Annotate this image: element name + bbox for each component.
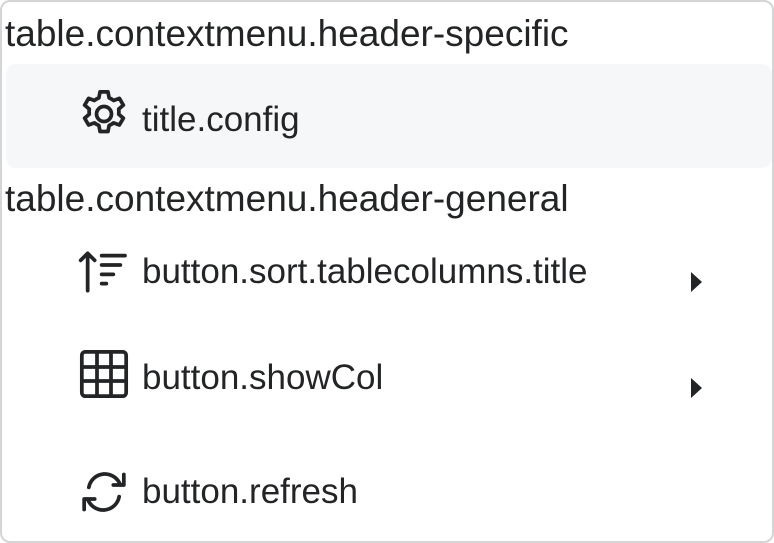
gear-icon [76, 86, 132, 142]
menu-section-header-specific: table.contextmenu.header-specific [5, 13, 569, 54]
sort-ascending-icon [76, 244, 132, 300]
menu-item-label: button.refresh [142, 472, 358, 511]
menu-section-header-general: table.contextmenu.header-general [5, 178, 569, 219]
table-grid-icon [76, 346, 132, 402]
menu-item-label: title.config [142, 100, 300, 139]
menu-item-label: button.sort.tablecolumns.title [142, 252, 588, 291]
menu-item-show-columns[interactable]: button.showCol [6, 328, 772, 432]
menu-item-sort-columns[interactable]: button.sort.tablecolumns.title [6, 224, 772, 320]
menu-item-config[interactable]: title.config [6, 64, 772, 168]
refresh-icon [76, 464, 132, 520]
menu-item-refresh[interactable]: button.refresh [6, 440, 772, 541]
context-menu: table.contextmenu.header-specific title.… [0, 0, 774, 543]
chevron-right-icon [688, 374, 704, 402]
menu-item-label: button.showCol [142, 358, 384, 397]
chevron-right-icon [688, 268, 704, 296]
